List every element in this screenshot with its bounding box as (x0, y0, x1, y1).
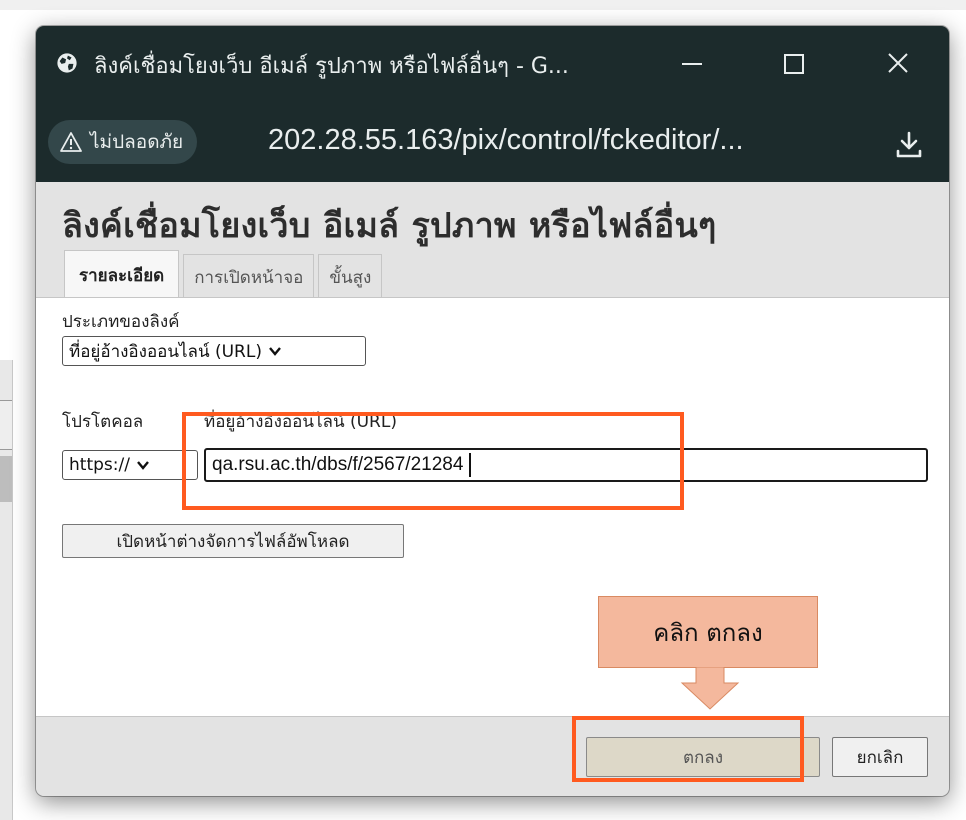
window-titlebar[interactable]: ลิงค์เชื่อมโยงเว็บ อีเมล์ รูปภาพ หรือไฟล… (36, 26, 949, 102)
close-icon (888, 53, 908, 73)
tab-target[interactable]: การเปิดหน้าจอ (183, 254, 315, 299)
instruction-callout: คลิก ตกลง (598, 596, 818, 668)
warning-icon (60, 132, 82, 152)
chevron-down-icon (269, 347, 281, 356)
minimize-button[interactable] (670, 44, 714, 84)
close-button[interactable] (876, 44, 920, 84)
minimize-icon (682, 63, 702, 65)
protocol-select[interactable]: https:// (62, 450, 198, 480)
address-bar: ไม่ปลอดภัย 202.28.55.163/pix/control/fck… (36, 108, 949, 182)
chevron-down-icon (137, 461, 149, 470)
dialog-tabs: รายละเอียด การเปิดหน้าจอ ขั้นสูง (64, 250, 383, 299)
background-page (0, 0, 966, 10)
link-type-select[interactable]: ที่อยู่อ้างอิงออนไลน์ (URL) (62, 336, 366, 366)
maximize-icon (784, 54, 804, 74)
link-type-label: ประเภทของลิงค์ (62, 312, 180, 332)
highlight-url-field (182, 412, 684, 510)
download-icon[interactable] (894, 130, 924, 160)
address-url[interactable]: 202.28.55.163/pix/control/fckeditor/... (268, 124, 744, 157)
browse-server-button[interactable]: เปิดหน้าต่างจัดการไฟล์อัพโหลด (62, 524, 404, 558)
security-badge[interactable]: ไม่ปลอดภัย (48, 120, 198, 164)
popup-window: ลิงค์เชื่อมโยงเว็บ อีเมล์ รูปภาพ หรือไฟล… (36, 26, 949, 796)
background-page-edge (0, 360, 13, 820)
globe-icon (57, 53, 77, 73)
cancel-button[interactable]: ยกเลิก (832, 737, 928, 777)
link-type-value: ที่อยู่อ้างอิงออนไลน์ (URL) (69, 341, 262, 362)
protocol-value: https:// (69, 455, 130, 475)
highlight-ok-button (572, 716, 804, 782)
maximize-button[interactable] (772, 44, 816, 84)
dialog-title: ลิงค์เชื่อมโยงเว็บ อีเมล์ รูปภาพ หรือไฟล… (62, 206, 717, 246)
tab-details[interactable]: รายละเอียด (64, 250, 180, 299)
tab-advanced[interactable]: ขั้นสูง (318, 254, 383, 299)
protocol-label: โปรโตคอล (62, 412, 144, 432)
security-badge-label: ไม่ปลอดภัย (90, 131, 184, 153)
window-title: ลิงค์เชื่อมโยงเว็บ อีเมล์ รูปภาพ หรือไฟล… (94, 54, 569, 79)
dialog-footer: ตกลง ยกเลิก (36, 716, 949, 796)
arrow-down-icon (680, 667, 740, 710)
